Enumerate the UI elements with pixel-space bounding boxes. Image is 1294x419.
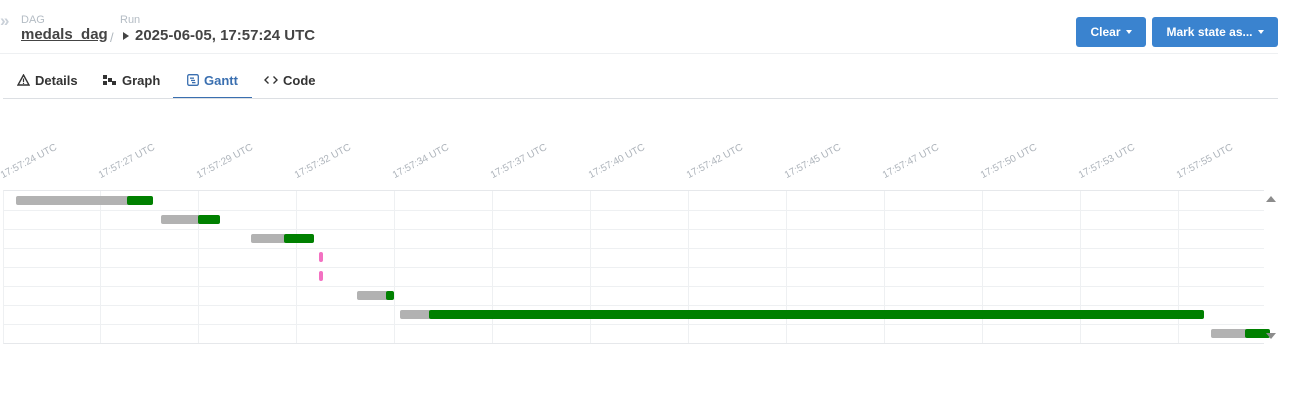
gantt-row-divider	[4, 248, 1264, 249]
gantt-tick-label: 17:57:45 UTC	[782, 142, 843, 181]
gantt-task-bar-queued[interactable]	[356, 291, 389, 300]
play-icon	[123, 32, 129, 40]
gantt-tick-label: 17:57:34 UTC	[390, 142, 451, 181]
gantt-row-divider	[4, 286, 1264, 287]
tab-bar: Details Graph Gantt Code	[0, 62, 1278, 100]
code-icon	[264, 76, 278, 84]
mark-state-button-label: Mark state as...	[1166, 25, 1253, 39]
tab-details[interactable]: Details	[17, 62, 78, 98]
breadcrumb-run: Run	[120, 14, 140, 26]
gantt-task-bar-queued[interactable]	[250, 234, 287, 243]
gantt-row-divider	[4, 229, 1264, 230]
gantt-tick-label: 17:57:47 UTC	[880, 142, 941, 181]
caret-down-icon	[1125, 30, 1132, 34]
expand-sidebar-icon[interactable]: »	[0, 11, 10, 31]
tab-gantt-label: Gantt	[204, 72, 238, 88]
gantt-tick-label: 17:57:42 UTC	[684, 142, 745, 181]
gantt-tick-label: 17:57:40 UTC	[586, 142, 647, 181]
tab-gantt[interactable]: Gantt	[187, 62, 238, 98]
tab-code[interactable]: Code	[264, 62, 316, 98]
gantt-tick-label: 17:57:29 UTC	[194, 142, 255, 181]
run-value: 2025-06-05, 17:57:24 UTC	[123, 27, 315, 45]
tab-code-label: Code	[283, 72, 316, 88]
gantt-tick-label: 17:57:27 UTC	[96, 142, 157, 181]
gantt-task-bar-running[interactable]	[198, 215, 220, 224]
gantt-task-bar-running[interactable]	[386, 291, 395, 300]
clear-button-label: Clear	[1090, 25, 1121, 39]
run-timestamp: 2025-06-05, 17:57:24 UTC	[135, 27, 316, 44]
gantt-tick-label: 17:57:32 UTC	[292, 142, 353, 181]
breadcrumb-dag-label: DAG	[21, 14, 45, 26]
breadcrumb-run-label: Run	[120, 14, 141, 26]
header-divider	[0, 53, 1278, 54]
gantt-row-divider	[4, 324, 1264, 325]
breadcrumb-dag-link[interactable]: medals_dag	[21, 26, 108, 44]
graph-icon	[103, 75, 116, 85]
gantt-task-bar-queued[interactable]	[1211, 329, 1247, 338]
gantt-task-bar-queued[interactable]	[15, 196, 130, 205]
scroll-up-icon[interactable]	[1266, 196, 1276, 202]
tab-graph-label: Graph	[122, 72, 161, 88]
page-header: » DAG medals_dag / Run 2025-06-05, 17:57…	[0, 0, 1294, 54]
tab-details-label: Details	[35, 72, 78, 88]
caret-down-icon	[1257, 30, 1264, 34]
gantt-tick-label: 17:57:55 UTC	[1174, 142, 1235, 181]
gantt-row-divider	[4, 210, 1264, 211]
gantt-grid	[3, 190, 1271, 344]
breadcrumb-dag[interactable]: DAG medals_dag	[21, 14, 108, 44]
warning-icon	[17, 74, 30, 86]
gantt-task-bar-pending[interactable]	[318, 252, 323, 262]
gantt-row-divider	[4, 267, 1264, 268]
gantt-chart: 17:57:24 UTC 17:57:27 UTC 17:57:29 UTC 17:5…	[0, 110, 1294, 350]
breadcrumb-separator: /	[110, 30, 114, 45]
gantt-tick-label: 17:57:24 UTC	[0, 142, 59, 181]
gantt-scrollbar[interactable]	[1263, 190, 1278, 342]
gantt-tick-label: 17:57:50 UTC	[978, 142, 1039, 181]
scroll-down-icon[interactable]	[1266, 333, 1276, 339]
gantt-task-bar-running[interactable]	[284, 234, 314, 243]
gantt-tick-label: 17:57:53 UTC	[1076, 142, 1137, 181]
gantt-task-bar-queued[interactable]	[399, 310, 432, 319]
gantt-task-bar-queued[interactable]	[160, 215, 200, 224]
gantt-row-divider	[4, 305, 1264, 306]
gantt-tick-label: 17:57:37 UTC	[488, 142, 549, 181]
mark-state-button[interactable]: Mark state as...	[1152, 17, 1278, 47]
gantt-icon	[187, 74, 199, 86]
tab-graph[interactable]: Graph	[103, 62, 160, 98]
tabs-divider	[3, 98, 1278, 99]
gantt-task-bar-running[interactable]	[429, 310, 1204, 319]
clear-button[interactable]: Clear	[1076, 17, 1146, 47]
gantt-task-bar-pending[interactable]	[318, 271, 323, 281]
gantt-task-bar-running[interactable]	[127, 196, 153, 205]
